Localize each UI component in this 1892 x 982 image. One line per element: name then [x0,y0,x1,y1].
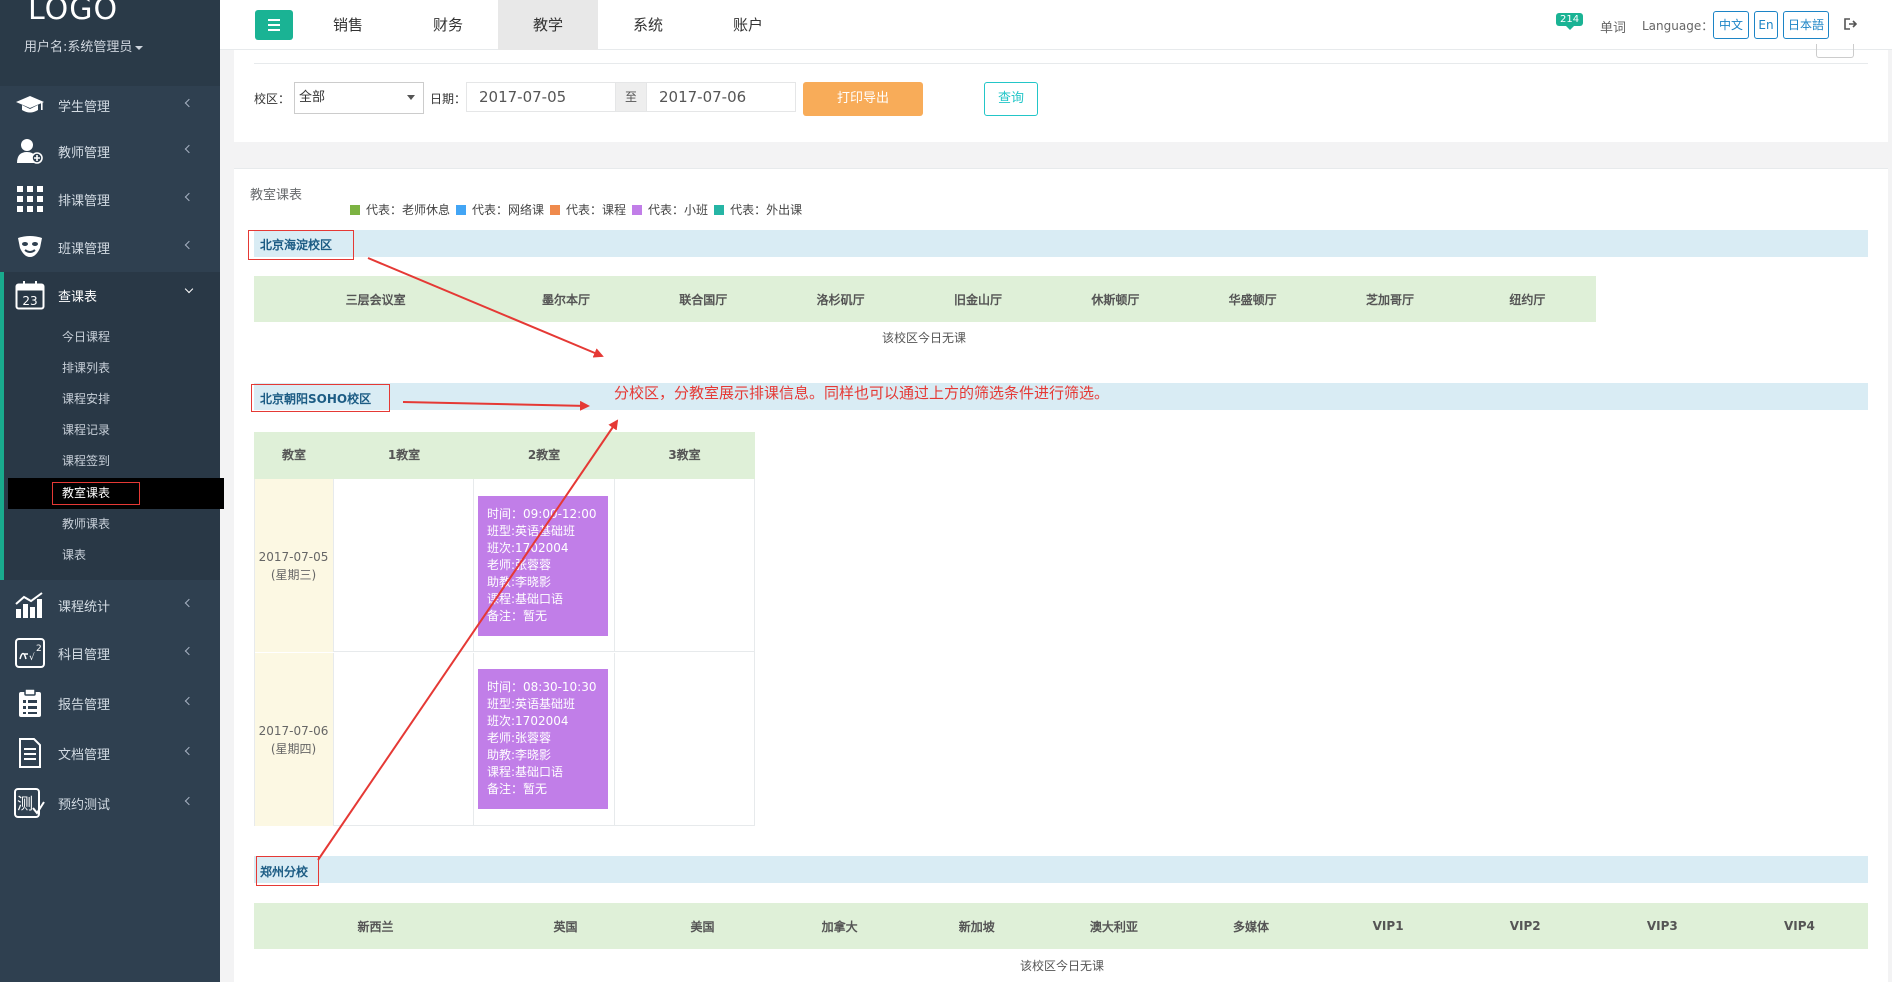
annotation-arrow [317,419,619,861]
annotation-arrow [367,257,604,358]
annotation-arrows [317,257,619,861]
annotation-arrow [402,400,590,411]
